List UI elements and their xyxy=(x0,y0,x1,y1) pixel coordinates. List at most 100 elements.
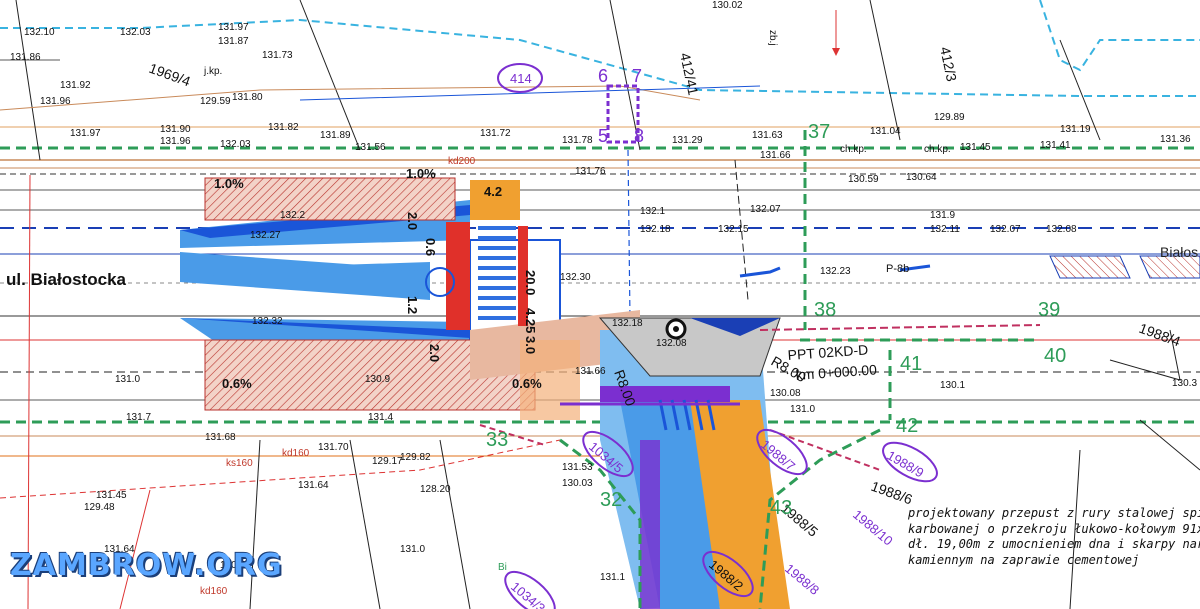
elev-label: 131.72 xyxy=(480,128,511,139)
elev-label: 131.96 xyxy=(160,136,191,147)
elev-label: 132.27 xyxy=(250,230,281,241)
point-label: 32 xyxy=(600,489,622,511)
elev-label: 130.64 xyxy=(906,172,937,183)
elev-label: 131.80 xyxy=(232,92,263,103)
elev-label: 131.86 xyxy=(10,52,41,63)
elev-label: 132.11 xyxy=(930,224,960,235)
elev-label: 132.03 xyxy=(120,27,151,38)
dimension-label: 0.6 xyxy=(423,238,438,256)
elev-label: 132.2 xyxy=(280,210,305,221)
elev-label: 129.17 xyxy=(372,456,403,467)
point-label: 5 xyxy=(598,126,608,146)
utility-label: j.kp. xyxy=(203,66,222,77)
elev-label: 130.59 xyxy=(848,174,879,185)
elev-label: 131.92 xyxy=(60,80,91,91)
elev-label: 132.32 xyxy=(252,316,283,327)
elev-label: 129.89 xyxy=(934,112,965,123)
parcel-label: 1988/4 xyxy=(1137,320,1183,350)
elev-label: 132.07 xyxy=(990,224,1021,235)
elev-label: 131.29 xyxy=(672,135,703,146)
elev-label: 131.36 xyxy=(1160,134,1191,145)
elev-label: 131.82 xyxy=(268,122,299,133)
elev-label: 131.0 xyxy=(115,374,140,385)
elev-label: 131.56 xyxy=(355,142,386,153)
elev-label: 132.1 xyxy=(640,206,665,217)
point-label: 37 xyxy=(808,121,830,143)
project-note: projektowany przepust z rury stalowej sp… xyxy=(908,506,1200,567)
utility-label: kd160 xyxy=(200,586,228,597)
elev-label: 130.02 xyxy=(712,0,743,11)
point-label: 33 xyxy=(486,429,508,451)
elev-label: 132.18 xyxy=(640,224,671,235)
point-label: 6 xyxy=(598,66,608,86)
point-label: 43 xyxy=(770,497,792,519)
dimension-label: 3.0 xyxy=(523,336,538,354)
dimension-label: 0.6% xyxy=(512,376,542,391)
parcel-label: 1988/8 xyxy=(782,561,822,598)
elev-label: 132.30 xyxy=(560,272,591,283)
elev-label: 130.03 xyxy=(562,478,593,489)
elev-label: 131.4 xyxy=(368,412,393,423)
elev-label: 131.1 xyxy=(600,572,625,583)
elev-label: 132.08 xyxy=(1046,224,1077,235)
dimension-label: 1.2 xyxy=(405,296,420,314)
elev-label: 132.08 xyxy=(656,338,687,349)
parcel-label: 1988/10 xyxy=(850,507,896,549)
dimension-label: 4.25 xyxy=(523,308,538,333)
elev-label: 130.08 xyxy=(770,388,801,399)
elev-label: 131.73 xyxy=(262,50,293,61)
elev-label: 129.48 xyxy=(84,502,115,513)
elev-label: 131.53 xyxy=(562,462,593,473)
elev-label: 131.97 xyxy=(218,22,249,33)
elev-label: 131.66 xyxy=(760,150,791,161)
elev-label: 132.18 xyxy=(612,318,643,329)
elev-label: 128.20 xyxy=(420,484,451,495)
elev-label: 131.66 xyxy=(575,366,606,377)
point-label: 38 xyxy=(814,299,836,321)
elev-label: 131.96 xyxy=(40,96,71,107)
dimension-label: 1.0% xyxy=(406,166,436,181)
dimension-label: 1.0% xyxy=(214,176,244,191)
elev-label: 131.9 xyxy=(930,210,955,221)
elev-label: 131.87 xyxy=(218,36,249,47)
elev-label: 131.7 xyxy=(126,412,151,423)
parcel-label: 1034/3 xyxy=(508,579,548,609)
watermark-logo: ZAMBROW.ORG xyxy=(10,548,283,583)
point-label: 40 xyxy=(1044,345,1066,367)
parcel-label: 1988/6 xyxy=(869,478,915,508)
elev-label: 129.82 xyxy=(400,452,431,463)
elev-label: 131.0 xyxy=(400,544,425,555)
utility-label: ch.kp. xyxy=(924,144,951,155)
elev-label: 129.59 xyxy=(200,96,231,107)
elev-label: 131.78 xyxy=(562,135,593,146)
utility-label: Bi xyxy=(498,562,507,573)
elev-label: 132.07 xyxy=(750,204,781,215)
elev-label: 131.45 xyxy=(960,142,991,153)
dimension-label: 4.2 xyxy=(484,184,502,199)
elev-label: 130.3 xyxy=(1172,378,1197,389)
dimension-label: 20.0 xyxy=(523,270,538,295)
elev-label: 131.70 xyxy=(318,442,349,453)
elev-label: 130.9 xyxy=(365,374,390,385)
parcel-label: 414 xyxy=(510,71,532,86)
elev-label: 132.15 xyxy=(718,224,749,235)
elev-label: 131.89 xyxy=(320,130,351,141)
dimension-label: 2.0 xyxy=(427,344,442,362)
utility-label: zb.j xyxy=(767,30,778,46)
elev-label: 132.03 xyxy=(220,139,251,150)
elev-label: 131.19 xyxy=(1060,124,1091,135)
elev-label: 131.04 xyxy=(870,126,901,137)
dimension-label: 0.6% xyxy=(222,376,252,391)
parcel-label: 412/3 xyxy=(937,45,960,83)
elev-label: 131.64 xyxy=(298,480,329,491)
dimension-label: 2.0 xyxy=(405,212,420,230)
parcel-label: 1969/4 xyxy=(147,60,193,90)
elev-label: 131.97 xyxy=(70,128,101,139)
elev-label: 132.23 xyxy=(820,266,851,277)
elev-label: 131.68 xyxy=(205,432,236,443)
street-label-right: Białos xyxy=(1160,244,1199,260)
point-label: 8 xyxy=(634,126,644,146)
street-label: ul. Białostocka xyxy=(6,270,126,289)
point-label: 41 xyxy=(900,353,922,375)
culvert-label: PPT 02KD-D xyxy=(787,341,869,363)
